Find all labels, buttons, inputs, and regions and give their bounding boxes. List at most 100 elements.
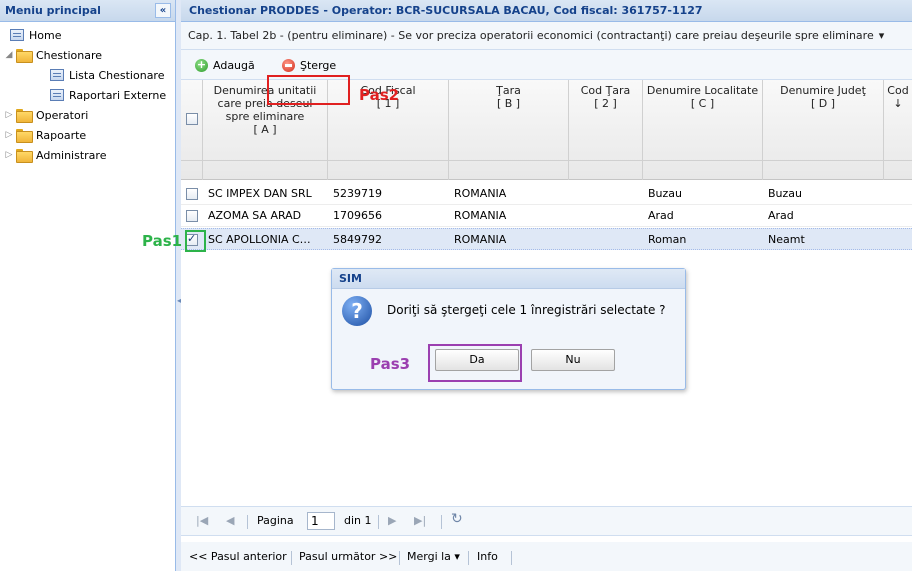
column-label: Denumire Judeţ bbox=[780, 84, 866, 97]
cell-country-code bbox=[569, 229, 643, 251]
delete-button-label: Şterge bbox=[300, 58, 337, 72]
select-all-checkbox[interactable] bbox=[186, 113, 198, 125]
page-title: Chestionar PRODDES - Operator: BCR-SUCUR… bbox=[181, 0, 912, 22]
cell-name: SC APOLLONIA C… bbox=[208, 233, 311, 246]
sidebar: Meniu principal « Home ◢ Chestionare Lis… bbox=[0, 0, 176, 571]
page-count: din 1 bbox=[344, 514, 372, 527]
cell-country: ROMANIA bbox=[454, 209, 507, 222]
cell-country-code bbox=[569, 183, 643, 205]
previous-step-button[interactable]: << Pasul anterior bbox=[189, 550, 287, 563]
sidebar-item-label: Operatori bbox=[36, 108, 89, 122]
delete-icon bbox=[282, 58, 295, 72]
cell-county: Buzau bbox=[768, 187, 803, 200]
table-row-selected[interactable]: SC APOLLONIA C… 5849792 ROMANIA Roman Ne… bbox=[181, 228, 912, 250]
step3-label: Pas3 bbox=[370, 355, 411, 373]
cell-country-code bbox=[569, 205, 643, 227]
sidebar-item-label: Lista Chestionare bbox=[69, 68, 165, 82]
sidebar-item-label: Raportari Externe bbox=[69, 88, 167, 102]
column-label: Cod bbox=[887, 84, 909, 97]
collapsed-arrow-icon[interactable]: ▷ bbox=[4, 110, 14, 120]
separator bbox=[468, 551, 469, 565]
row-checkbox[interactable] bbox=[186, 210, 198, 222]
cell-fiscal: 5239719 bbox=[333, 187, 382, 200]
column-index: [ B ] bbox=[496, 97, 521, 110]
collapsed-arrow-icon[interactable]: ▷ bbox=[4, 150, 14, 160]
paging-toolbar: |◀ ◀ Pagina 1 din 1 ▶ ▶| ↻ bbox=[181, 506, 912, 536]
table-row[interactable]: SC IMPEX DAN SRL 5239719 ROMANIA Buzau B… bbox=[181, 183, 912, 205]
page-icon bbox=[50, 89, 64, 101]
add-button[interactable]: + Adaugă bbox=[195, 56, 255, 74]
dialog-title[interactable]: SIM bbox=[332, 269, 685, 289]
sidebar-item-administrare[interactable]: ▷ Administrare bbox=[4, 146, 106, 164]
sidebar-item-home[interactable]: Home bbox=[10, 26, 61, 44]
no-button[interactable]: Nu bbox=[531, 349, 615, 371]
step2-label: Pas2 bbox=[359, 86, 400, 104]
column-index: [ 2 ] bbox=[594, 97, 617, 110]
sidebar-item-label: Chestionare bbox=[36, 48, 103, 62]
column-index: [ D ] bbox=[810, 97, 836, 110]
cell-name: SC IMPEX DAN SRL bbox=[208, 187, 312, 200]
prev-page-icon[interactable]: ◀ bbox=[226, 514, 234, 527]
row-checkbox[interactable] bbox=[186, 188, 198, 200]
goto-menu-button[interactable]: Mergi la ▾ bbox=[407, 550, 460, 563]
sidebar-title: Meniu principal bbox=[5, 4, 101, 17]
cell-name: AZOMA SA ARAD bbox=[208, 209, 302, 222]
cell-county: Arad bbox=[768, 209, 794, 222]
cell-country: ROMANIA bbox=[454, 233, 507, 246]
sidebar-item-chestionare[interactable]: ◢ Chestionare bbox=[4, 46, 102, 64]
cell-locality: Roman bbox=[648, 233, 687, 246]
column-label: Ţara bbox=[496, 84, 521, 97]
cell-locality: Arad bbox=[648, 209, 674, 222]
step1-label: Pas1 bbox=[142, 232, 183, 250]
header-filter-row bbox=[181, 160, 912, 180]
column-index: [ A ] bbox=[253, 123, 277, 136]
column-label: Denumire Localitate bbox=[646, 84, 759, 97]
column-index: [ C ] bbox=[690, 97, 715, 110]
separator bbox=[441, 515, 442, 529]
last-page-icon[interactable]: ▶| bbox=[414, 514, 426, 527]
first-page-icon[interactable]: |◀ bbox=[196, 514, 208, 527]
collapse-sidebar-button[interactable]: « bbox=[155, 3, 171, 18]
collapsed-arrow-icon[interactable]: ▷ bbox=[4, 130, 14, 140]
dialog-message: Doriţi să ştergeţi cele 1 înregistrări s… bbox=[387, 303, 666, 317]
step2-highlight bbox=[267, 75, 350, 105]
info-button[interactable]: Info bbox=[477, 550, 498, 563]
separator bbox=[399, 551, 400, 565]
wizard-navigation: << Pasul anterior Pasul următor >> Mergi… bbox=[181, 542, 912, 571]
app-window: Meniu principal « Home ◢ Chestionare Lis… bbox=[0, 0, 912, 571]
folder-icon bbox=[16, 149, 33, 163]
page-number-input[interactable]: 1 bbox=[307, 512, 335, 530]
page-icon bbox=[10, 29, 24, 41]
expanded-arrow-icon[interactable]: ◢ bbox=[4, 50, 14, 60]
chapter-label: Cap. 1. Tabel 2b - (pentru eliminare) - … bbox=[188, 29, 874, 42]
separator bbox=[511, 551, 512, 565]
page-icon bbox=[50, 69, 64, 81]
folder-icon bbox=[16, 109, 33, 123]
splitter-handle-icon[interactable]: ◂ bbox=[177, 296, 181, 306]
page-label: Pagina bbox=[257, 514, 294, 527]
sidebar-item-rapoarte[interactable]: ▷ Rapoarte bbox=[4, 126, 86, 144]
delete-button[interactable]: Şterge bbox=[282, 56, 336, 74]
chapter-selector[interactable]: Cap. 1. Tabel 2b - (pentru eliminare) - … bbox=[181, 22, 912, 50]
dropdown-arrow-icon[interactable]: ▾ bbox=[879, 29, 885, 42]
cell-fiscal: 5849792 bbox=[333, 233, 382, 246]
folder-icon bbox=[16, 129, 33, 143]
sidebar-item-label: Home bbox=[29, 28, 62, 42]
cell-country: ROMANIA bbox=[454, 187, 507, 200]
sort-arrow-icon: ↓ bbox=[893, 97, 903, 110]
next-step-button[interactable]: Pasul următor >> bbox=[299, 550, 397, 563]
column-label: Cod Ţara bbox=[580, 84, 631, 97]
sidebar-item-label: Administrare bbox=[36, 148, 107, 162]
sidebar-item-label: Rapoarte bbox=[36, 128, 87, 142]
sidebar-item-raportari-externe[interactable]: Raportari Externe bbox=[50, 86, 166, 104]
sidebar-item-operatori[interactable]: ▷ Operatori bbox=[4, 106, 88, 124]
sidebar-item-lista-chestionare[interactable]: Lista Chestionare bbox=[50, 66, 164, 84]
refresh-icon[interactable]: ↻ bbox=[451, 511, 463, 527]
step3-highlight bbox=[428, 344, 522, 382]
sidebar-header: Meniu principal « bbox=[0, 0, 175, 22]
separator bbox=[247, 515, 248, 529]
next-page-icon[interactable]: ▶ bbox=[388, 514, 396, 527]
cell-county: Neamt bbox=[768, 233, 805, 246]
separator bbox=[378, 515, 379, 529]
table-row[interactable]: AZOMA SA ARAD 1709656 ROMANIA Arad Arad bbox=[181, 205, 912, 227]
